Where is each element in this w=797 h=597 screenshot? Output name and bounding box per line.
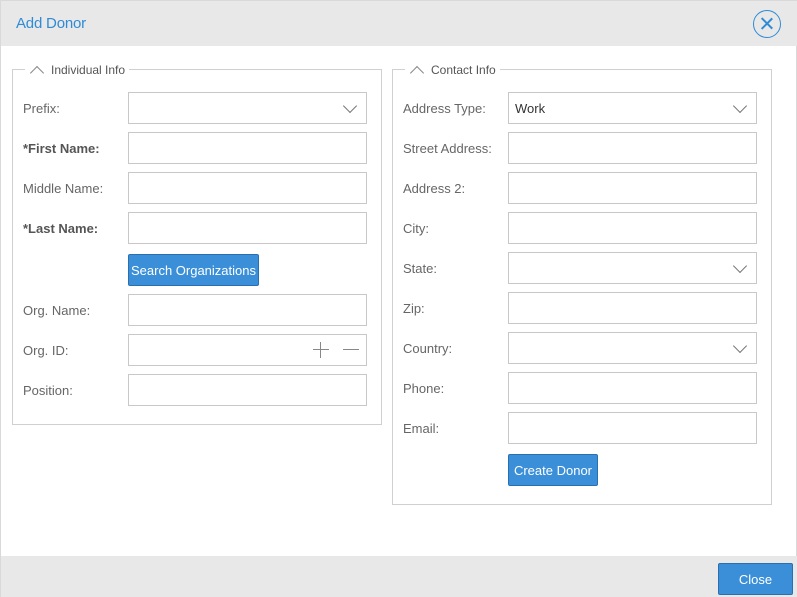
- first-name-field[interactable]: [128, 132, 367, 164]
- dialog-title: Add Donor: [16, 15, 86, 32]
- create-donor-button[interactable]: Create Donor: [508, 454, 598, 486]
- chevron-up-icon[interactable]: [407, 64, 427, 76]
- prefix-label: Prefix:: [23, 101, 60, 116]
- phone-field[interactable]: [508, 372, 757, 404]
- zip-label: Zip:: [403, 301, 425, 316]
- street-address-label: Street Address:: [403, 141, 492, 156]
- close-circle-icon[interactable]: [753, 10, 781, 38]
- position-label: Position:: [23, 383, 73, 398]
- country-select[interactable]: [508, 332, 757, 364]
- plus-icon[interactable]: [313, 342, 329, 358]
- individual-info-legend[interactable]: Individual Info: [25, 62, 130, 78]
- contact-info-legend[interactable]: Contact Info: [405, 62, 500, 78]
- email-label: Email:: [403, 421, 440, 436]
- country-label: Country:: [403, 341, 453, 356]
- state-label: State:: [403, 261, 437, 276]
- middle-name-label: Middle Name:: [23, 181, 104, 196]
- first-name-label: *First Name:: [23, 141, 100, 156]
- org-id-field[interactable]: [129, 335, 299, 365]
- city-label: City:: [403, 221, 429, 236]
- org-id-stepper: [128, 334, 367, 366]
- add-donor-dialog: Add Donor Individual Info Prefix: *First…: [0, 0, 797, 597]
- prefix-select[interactable]: [128, 92, 367, 124]
- org-name-label: Org. Name:: [23, 303, 91, 318]
- chevron-down-icon: [732, 258, 748, 274]
- address-type-label: Address Type:: [403, 101, 486, 116]
- zip-field[interactable]: [508, 292, 757, 324]
- chevron-down-icon: [732, 98, 748, 114]
- middle-name-field[interactable]: [128, 172, 367, 204]
- address-2-field[interactable]: [508, 172, 757, 204]
- address-type-select[interactable]: Work: [508, 92, 757, 124]
- email-field[interactable]: [508, 412, 757, 444]
- search-organizations-button[interactable]: Search Organizations: [128, 254, 259, 286]
- city-field[interactable]: [508, 212, 757, 244]
- dialog-footer: Close: [1, 556, 797, 597]
- dialog-header: Add Donor: [1, 1, 797, 46]
- address-type-value: Work: [515, 100, 546, 116]
- address-2-label: Address 2:: [403, 181, 466, 196]
- chevron-down-icon: [342, 98, 358, 114]
- minus-icon[interactable]: [343, 342, 359, 358]
- state-select[interactable]: [508, 252, 757, 284]
- street-address-field[interactable]: [508, 132, 757, 164]
- org-name-field[interactable]: [128, 294, 367, 326]
- org-id-label: Org. ID:: [23, 343, 69, 358]
- close-button[interactable]: Close: [718, 563, 793, 595]
- chevron-down-icon: [732, 338, 748, 354]
- last-name-label: *Last Name:: [23, 221, 99, 236]
- individual-info-title: Individual Info: [51, 63, 126, 77]
- position-field[interactable]: [128, 374, 367, 406]
- last-name-field[interactable]: [128, 212, 367, 244]
- contact-info-title: Contact Info: [431, 63, 496, 77]
- chevron-up-icon[interactable]: [27, 64, 47, 76]
- phone-label: Phone:: [403, 381, 445, 396]
